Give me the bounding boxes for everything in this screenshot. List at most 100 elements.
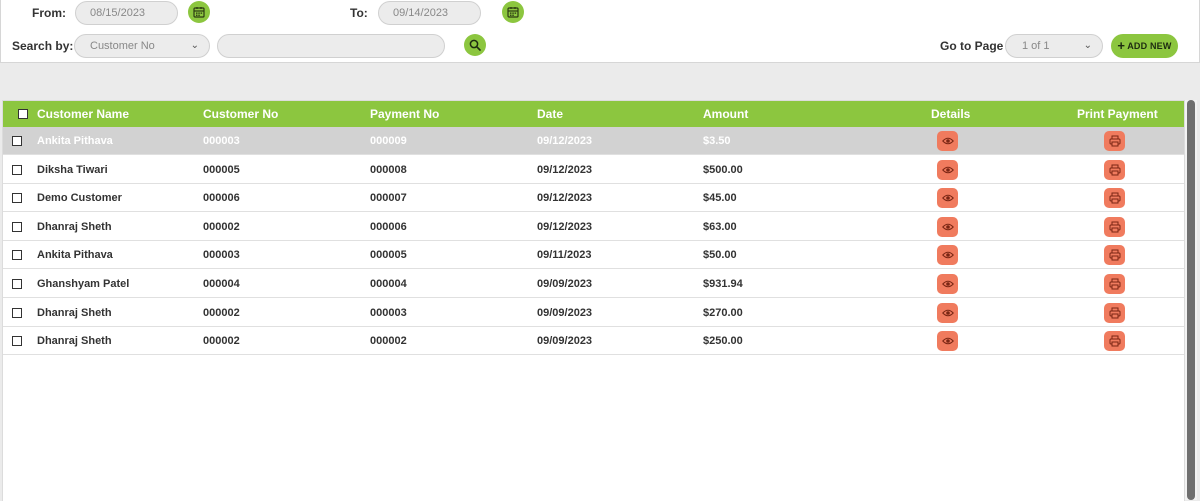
details-button[interactable] bbox=[937, 216, 958, 237]
search-button[interactable] bbox=[464, 34, 486, 56]
search-by-value: Customer No bbox=[90, 40, 155, 52]
details-button[interactable] bbox=[937, 302, 958, 323]
search-input[interactable] bbox=[217, 34, 445, 58]
header-customer-no[interactable]: Customer No bbox=[203, 101, 278, 127]
cell-customer-name: Ghanshyam Patel bbox=[37, 278, 130, 290]
search-by-select[interactable]: Customer No ⌄ bbox=[74, 34, 210, 58]
print-payment-button[interactable] bbox=[1104, 331, 1125, 352]
printer-icon bbox=[1109, 164, 1121, 176]
cell-customer-name: Dhanraj Sheth bbox=[37, 306, 112, 319]
cell-amount: $500.00 bbox=[703, 163, 743, 176]
printer-icon bbox=[1109, 307, 1121, 319]
vertical-scrollbar[interactable] bbox=[1185, 100, 1197, 500]
print-payment-button[interactable] bbox=[1104, 245, 1125, 266]
to-calendar-button[interactable] bbox=[502, 1, 524, 23]
cell-amount: $250.00 bbox=[703, 335, 743, 348]
table-row[interactable]: Dhanraj Sheth 000002 000006 09/12/2023 $63.0… bbox=[3, 213, 1184, 241]
scrollbar-thumb[interactable] bbox=[1187, 100, 1195, 500]
header-customer-name[interactable]: Customer Name bbox=[37, 101, 129, 127]
eye-icon bbox=[941, 250, 954, 260]
print-payment-button[interactable] bbox=[1104, 131, 1125, 151]
add-new-button[interactable]: + ADD NEW bbox=[1111, 34, 1178, 58]
eye-icon bbox=[941, 136, 954, 146]
cell-customer-no: 000006 bbox=[203, 192, 240, 205]
row-checkbox[interactable] bbox=[12, 164, 22, 175]
row-checkbox[interactable] bbox=[12, 193, 22, 204]
from-date-value: 08/15/2023 bbox=[90, 7, 146, 19]
printer-icon bbox=[1109, 135, 1121, 147]
cell-customer-no: 000002 bbox=[203, 306, 240, 319]
details-button[interactable] bbox=[937, 245, 958, 266]
details-button[interactable] bbox=[937, 188, 958, 209]
plus-icon: + bbox=[1117, 38, 1126, 53]
details-button[interactable] bbox=[937, 274, 958, 294]
table-row[interactable]: Dhanraj Sheth 000002 000003 09/09/2023 $270.… bbox=[3, 299, 1184, 327]
cell-date: 09/11/2023 bbox=[537, 249, 592, 262]
cell-customer-name: Demo Customer bbox=[37, 192, 122, 205]
table-header: Customer Name Customer No Payment No Dat… bbox=[3, 101, 1184, 127]
print-payment-button[interactable] bbox=[1104, 216, 1125, 237]
row-checkbox[interactable] bbox=[12, 250, 22, 261]
cell-payment-no: 000006 bbox=[370, 220, 407, 233]
details-button[interactable] bbox=[937, 159, 958, 180]
row-checkbox[interactable] bbox=[12, 136, 22, 146]
table-row[interactable]: Diksha Tiwari 000005 000008 09/12/2023 $500.… bbox=[3, 156, 1184, 184]
cell-amount: $270.00 bbox=[703, 306, 743, 319]
add-new-label: ADD NEW bbox=[1127, 41, 1172, 51]
print-payment-button[interactable] bbox=[1104, 159, 1125, 180]
cell-amount: $931.94 bbox=[703, 278, 743, 290]
row-checkbox[interactable] bbox=[12, 336, 22, 347]
header-payment-no[interactable]: Payment No bbox=[370, 101, 439, 127]
search-query-field[interactable] bbox=[232, 35, 444, 57]
cell-date: 09/09/2023 bbox=[537, 335, 593, 348]
to-date-input[interactable]: 09/14/2023 bbox=[378, 1, 481, 25]
eye-icon bbox=[941, 222, 954, 232]
calendar-icon bbox=[193, 6, 205, 18]
table-row[interactable]: Ghanshyam Patel 000004 000004 09/09/2023 $93… bbox=[3, 270, 1184, 298]
table-row[interactable]: Dhanraj Sheth 000002 000002 09/09/2023 $250.… bbox=[3, 327, 1184, 356]
cell-customer-name: Diksha Tiwari bbox=[37, 163, 108, 176]
cell-payment-no: 000008 bbox=[370, 163, 407, 176]
print-payment-button[interactable] bbox=[1104, 274, 1125, 294]
printer-icon bbox=[1109, 335, 1121, 347]
from-calendar-button[interactable] bbox=[188, 1, 210, 23]
cell-customer-name: Ankita Pithava bbox=[37, 249, 113, 262]
header-amount[interactable]: Amount bbox=[703, 101, 748, 127]
row-checkbox[interactable] bbox=[12, 307, 22, 318]
details-button[interactable] bbox=[937, 331, 958, 352]
header-date[interactable]: Date bbox=[537, 101, 563, 127]
chevron-down-icon: ⌄ bbox=[190, 40, 199, 51]
page-select[interactable]: 1 of 1 ⌄ bbox=[1005, 34, 1103, 58]
select-all-checkbox[interactable] bbox=[18, 109, 28, 119]
details-button[interactable] bbox=[937, 131, 958, 151]
cell-customer-no: 000002 bbox=[203, 220, 240, 233]
to-date-value: 09/14/2023 bbox=[393, 7, 449, 19]
printer-icon bbox=[1109, 221, 1121, 233]
table-row[interactable]: Demo Customer 000006 000007 09/12/2023 $45.0… bbox=[3, 184, 1184, 213]
row-checkbox[interactable] bbox=[12, 221, 22, 232]
eye-icon bbox=[941, 336, 954, 346]
cell-date: 09/09/2023 bbox=[537, 278, 593, 290]
filter-panel: From: 08/15/2023 To: 09/14/2023 Search b… bbox=[0, 0, 1200, 63]
cell-customer-no: 000003 bbox=[203, 135, 240, 147]
cell-customer-no: 000003 bbox=[203, 249, 240, 262]
printer-icon bbox=[1109, 278, 1121, 290]
cell-amount: $3.50 bbox=[703, 135, 731, 147]
to-label: To: bbox=[350, 6, 368, 20]
cell-amount: $63.00 bbox=[703, 220, 737, 233]
table-row[interactable]: Ankita Pithava 000003 000005 09/11/2023 $50.… bbox=[3, 241, 1184, 270]
row-checkbox[interactable] bbox=[12, 279, 22, 289]
calendar-icon bbox=[507, 6, 519, 18]
printer-icon bbox=[1109, 249, 1121, 261]
header-details: Details bbox=[931, 107, 971, 121]
cell-customer-no: 000002 bbox=[203, 335, 240, 348]
table-row[interactable]: Ankita Pithava 000003 000009 09/12/2023 $3.5… bbox=[3, 127, 1184, 155]
cell-payment-no: 000005 bbox=[370, 249, 407, 262]
from-date-input[interactable]: 08/15/2023 bbox=[75, 1, 178, 25]
cell-customer-name: Dhanraj Sheth bbox=[37, 220, 112, 233]
print-payment-button[interactable] bbox=[1104, 302, 1125, 323]
cell-date: 09/12/2023 bbox=[537, 163, 593, 176]
go-to-page-label: Go to Page bbox=[940, 39, 1004, 53]
cell-amount: $50.00 bbox=[703, 249, 737, 262]
print-payment-button[interactable] bbox=[1104, 188, 1125, 209]
